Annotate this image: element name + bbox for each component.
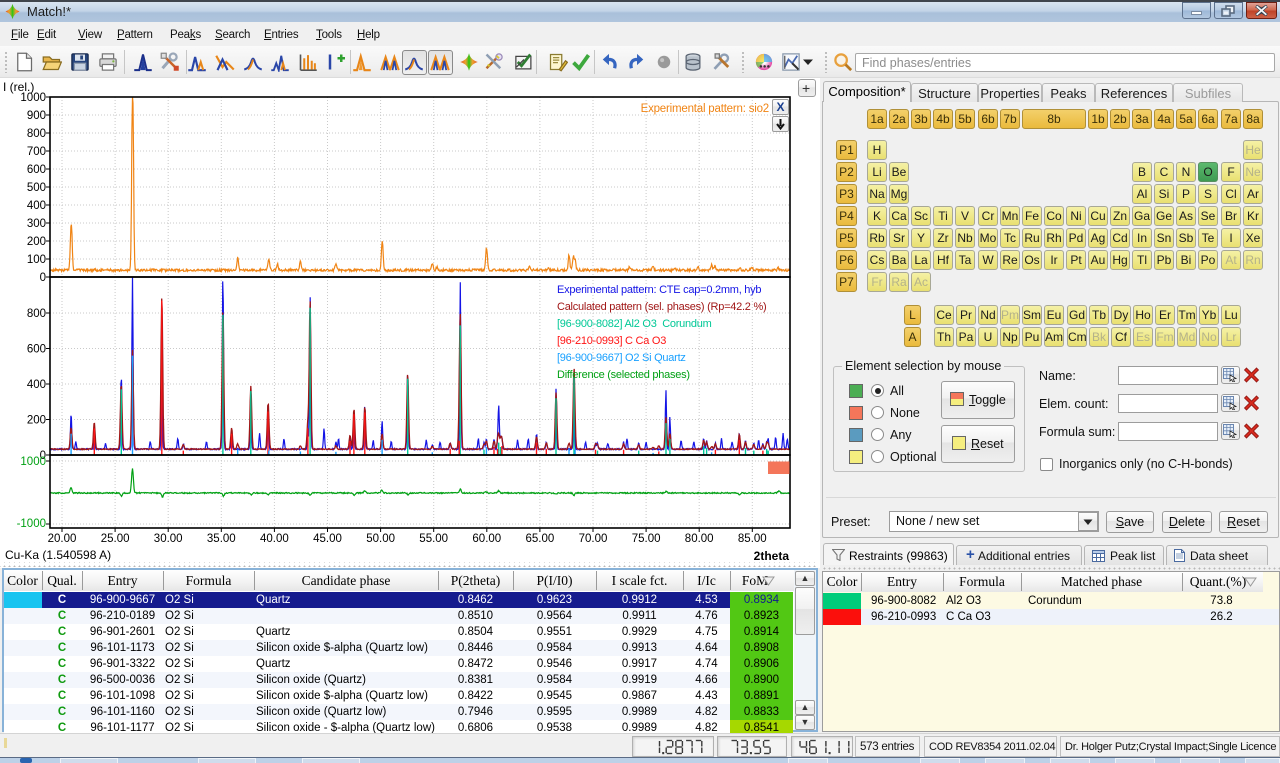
svg-text:500: 500 <box>27 182 46 194</box>
svg-text:100: 100 <box>27 254 46 266</box>
svg-text:800: 800 <box>27 128 46 140</box>
svg-text:400: 400 <box>27 379 46 391</box>
svg-text:Experimental pattern: sio2: Experimental pattern: sio2 <box>641 103 769 115</box>
svg-text:20.00: 20.00 <box>48 533 77 545</box>
svg-text:[96-210-0993] C Ca O3: [96-210-0993] C Ca O3 <box>557 335 666 347</box>
svg-text:[96-900-8082] Al2 O3 Corundum: [96-900-8082] Al2 O3 Corundum <box>557 318 712 330</box>
svg-text:70.00: 70.00 <box>579 533 608 545</box>
svg-text:[96-900-9667] O2 Si Quartz: [96-900-9667] O2 Si Quartz <box>557 352 686 364</box>
svg-text:300: 300 <box>27 218 46 230</box>
svg-text:2theta: 2theta <box>754 549 790 563</box>
svg-text:80.00: 80.00 <box>685 533 714 545</box>
svg-text:400: 400 <box>27 200 46 212</box>
svg-text:55.00: 55.00 <box>419 533 448 545</box>
svg-text:Calculated pattern (sel. phase: Calculated pattern (sel. phases) (Rp=42.… <box>557 301 766 313</box>
svg-text:1000: 1000 <box>20 456 46 468</box>
svg-text:700: 700 <box>27 146 46 158</box>
svg-text:0: 0 <box>40 272 46 284</box>
svg-text:25.00: 25.00 <box>101 533 130 545</box>
svg-text:900: 900 <box>27 110 46 122</box>
svg-text:1000: 1000 <box>20 92 46 104</box>
svg-text:Cu-Ka (1.540598 A): Cu-Ka (1.540598 A) <box>5 548 111 562</box>
svg-text:50.00: 50.00 <box>366 533 395 545</box>
svg-text:200: 200 <box>27 415 46 427</box>
svg-text:600: 600 <box>27 344 46 356</box>
svg-text:65.00: 65.00 <box>526 533 555 545</box>
svg-text:45.00: 45.00 <box>313 533 342 545</box>
svg-text:-1000: -1000 <box>17 518 46 530</box>
svg-text:35.00: 35.00 <box>207 533 236 545</box>
svg-text:800: 800 <box>27 308 46 320</box>
svg-text:60.00: 60.00 <box>472 533 501 545</box>
svg-text:Experimental pattern: CTE cap=: Experimental pattern: CTE cap=0.2mm, hyb <box>557 284 761 296</box>
svg-text:75.00: 75.00 <box>632 533 661 545</box>
svg-text:Difference (selected phases): Difference (selected phases) <box>557 369 690 381</box>
svg-text:30.00: 30.00 <box>154 533 183 545</box>
svg-text:85.00: 85.00 <box>738 533 767 545</box>
svg-text:600: 600 <box>27 164 46 176</box>
svg-text:200: 200 <box>27 236 46 248</box>
svg-text:40.00: 40.00 <box>260 533 289 545</box>
